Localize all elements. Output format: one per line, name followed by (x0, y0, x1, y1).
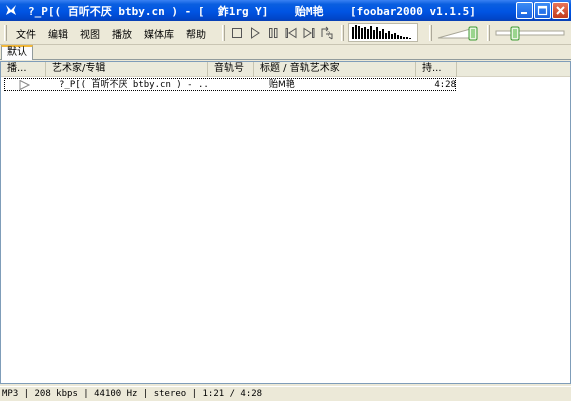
column-track-number[interactable]: 音轨号 (208, 62, 254, 77)
close-button[interactable] (552, 2, 569, 19)
random-button[interactable]: ? (319, 25, 335, 41)
pause-button[interactable] (265, 25, 281, 41)
volume-slider[interactable] (436, 24, 480, 42)
seek-slider[interactable] (494, 24, 566, 42)
playlist-view[interactable]: 播... 艺术家/专辑 音轨号 标题 / 音轨艺术家 持... ?_P[( 百听… (0, 61, 571, 384)
minimize-icon (521, 12, 527, 14)
next-button[interactable] (301, 25, 317, 41)
cell-title: 贻M艳 (269, 80, 295, 90)
column-title[interactable]: 标题 / 音轨艺术家 (254, 62, 416, 77)
play-button[interactable] (247, 25, 263, 41)
close-icon (556, 6, 565, 15)
menu-file[interactable]: 文件 (16, 26, 36, 41)
stop-icon (232, 28, 242, 38)
menu-edit[interactable]: 编辑 (48, 26, 68, 41)
column-playing[interactable]: 播... (1, 62, 46, 77)
foobar-window: ?_P[( 百听不厌 btby.cn ) - [ 鈼1rg Y] 贻M艳 [fo… (0, 0, 571, 401)
status-bar: MP3 | 208 kbps | 44100 Hz | stereo | 1:2… (0, 386, 571, 401)
play-icon (251, 27, 260, 39)
tab-default[interactable]: 默认 (1, 45, 33, 60)
column-duration[interactable]: 持... (416, 62, 457, 77)
next-icon (303, 27, 315, 39)
title-bar[interactable]: ?_P[( 百听不厌 btby.cn ) - [ 鈼1rg Y] 贻M艳 [fo… (0, 0, 571, 21)
cell-track-number (211, 79, 251, 91)
cell-artist-album: ?_P[( 百听不厌 btby.cn ) - ... (59, 80, 209, 90)
playlist-header: 播... 艺术家/专辑 音轨号 标题 / 音轨艺术家 持... (1, 62, 570, 77)
now-playing-icon (19, 80, 31, 90)
menu-toolbar-row: 文件 编辑 视图 播放 媒体库 帮助 ? (0, 21, 571, 45)
stop-button[interactable] (229, 25, 245, 41)
column-artist-album[interactable]: 艺术家/专辑 (46, 62, 208, 77)
menu-help[interactable]: 帮助 (186, 26, 206, 41)
previous-icon (285, 27, 297, 39)
random-icon: ? (321, 26, 333, 40)
menu-library[interactable]: 媒体库 (144, 26, 174, 41)
maximize-icon (537, 5, 548, 16)
seekbar-grip[interactable] (487, 25, 490, 41)
window-title: ?_P[( 百听不厌 btby.cn ) - [ 鈼1rg Y] 贻M艳 [fo… (28, 5, 476, 18)
previous-button[interactable] (283, 25, 299, 41)
pause-icon (269, 28, 278, 38)
menu-view[interactable]: 视图 (80, 26, 100, 41)
menu-grip[interactable] (4, 25, 7, 41)
minimize-button[interactable] (516, 2, 533, 19)
menu-playback[interactable]: 播放 (112, 26, 132, 41)
volume-grip[interactable] (429, 25, 432, 41)
cell-duration: 4:28 (434, 80, 456, 90)
playlist-tabs: 默认 (0, 45, 571, 60)
table-row[interactable]: ?_P[( 百听不厌 btby.cn ) - ... 贻M艳 4:28 (4, 78, 456, 91)
toolbar-grip[interactable] (222, 25, 225, 41)
visualizer-grip[interactable] (341, 25, 344, 41)
maximize-button[interactable] (534, 2, 551, 19)
foobar-app-icon (6, 5, 16, 15)
status-text: MP3 | 208 kbps | 44100 Hz | stereo | 1:2… (2, 389, 263, 399)
spectrum-visualizer (348, 23, 418, 42)
svg-text:?: ? (327, 31, 330, 38)
